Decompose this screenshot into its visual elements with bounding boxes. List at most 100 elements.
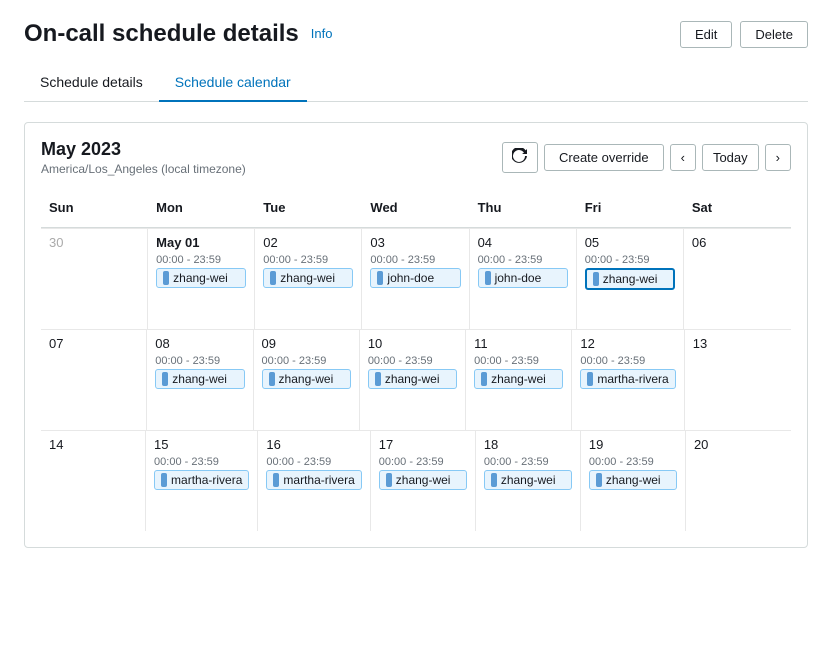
event-wrapper: 00:00 - 23:59 zhang-wei — [262, 355, 351, 389]
event-dot — [269, 372, 275, 386]
event-dot — [161, 473, 167, 487]
day-number: 20 — [694, 437, 783, 452]
day-number: 03 — [370, 235, 460, 250]
calendar-grid: Sun Mon Tue Wed Thu Fri Sat 30May 0100:0… — [41, 196, 791, 531]
day-cell-w0-d0[interactable]: 30 — [41, 229, 148, 329]
day-headers: Sun Mon Tue Wed Thu Fri Sat — [41, 196, 791, 228]
chevron-left-icon: ‹ — [681, 150, 685, 165]
event-wrapper: 00:00 - 23:59john-doe — [478, 254, 568, 288]
day-cell-w2-d2[interactable]: 1600:00 - 23:59martha-rivera — [258, 431, 370, 531]
event-time: 00:00 - 23:59 — [368, 355, 457, 367]
event-pill[interactable]: martha-rivera — [580, 369, 675, 389]
day-cell-w2-d4[interactable]: 18 00:00 - 23:59zhang-wei — [476, 431, 581, 531]
week-row-0: 30May 0100:00 - 23:59zhang-wei 02 00:00 - … — [41, 228, 791, 329]
next-month-button[interactable]: › — [765, 144, 791, 171]
day-cell-w0-d4[interactable]: 04 00:00 - 23:59john-doe — [470, 229, 577, 329]
event-time: 00:00 - 23:59 — [262, 355, 351, 367]
day-cell-w2-d6[interactable]: 20 — [686, 431, 791, 531]
event-name: martha-rivera — [283, 473, 354, 487]
day-number: 18 — [484, 437, 572, 452]
today-button[interactable]: Today — [702, 144, 759, 171]
event-pill[interactable]: zhang-wei — [379, 470, 467, 490]
event-dot — [377, 271, 383, 285]
tab-schedule-details[interactable]: Schedule details — [24, 64, 159, 102]
event-pill[interactable]: john-doe — [370, 268, 460, 288]
event-dot — [163, 271, 169, 285]
event-name: martha-rivera — [597, 372, 668, 386]
day-header-mon: Mon — [148, 196, 255, 219]
event-pill[interactable]: zhang-wei — [156, 268, 246, 288]
event-name: zhang-wei — [396, 473, 451, 487]
refresh-button[interactable] — [502, 142, 538, 173]
edit-button[interactable]: Edit — [680, 21, 732, 48]
week-row-1: 07 08 00:00 - 23:59 zhang-wei 09 00:00 - 23:5… — [41, 329, 791, 430]
day-cell-w2-d1[interactable]: 1500:00 - 23:59martha-rivera — [146, 431, 258, 531]
day-number: 08 — [155, 336, 244, 351]
day-number: 19 — [589, 437, 677, 452]
event-time: 00:00 - 23:59 — [155, 355, 244, 367]
day-header-sat: Sat — [684, 196, 791, 219]
event-name: zhang-wei — [491, 372, 546, 386]
event-pill[interactable]: john-doe — [478, 268, 568, 288]
event-pill[interactable]: zhang-wei — [589, 470, 677, 490]
week-row-2: 141500:00 - 23:59martha-rivera1600:00 - … — [41, 430, 791, 531]
refresh-icon — [512, 148, 528, 164]
month-title: May 2023 — [41, 139, 246, 160]
header-buttons: Edit Delete — [680, 21, 808, 48]
day-header-wed: Wed — [362, 196, 469, 219]
event-wrapper: 00:00 - 23:59john-doe — [370, 254, 460, 288]
calendar-container: May 2023 America/Los_Angeles (local time… — [24, 122, 808, 548]
event-pill[interactable]: martha-rivera — [266, 470, 361, 490]
event-name: john-doe — [387, 271, 434, 285]
day-cell-w1-d5[interactable]: 1200:00 - 23:59martha-rivera — [572, 330, 684, 430]
day-cell-w1-d4[interactable]: 1100:00 - 23:59zhang-wei — [466, 330, 572, 430]
event-pill[interactable]: zhang-wei — [262, 369, 351, 389]
event-dot — [491, 473, 497, 487]
event-pill[interactable]: martha-rivera — [154, 470, 249, 490]
event-time: 00:00 - 23:59 — [585, 254, 675, 266]
event-pill[interactable]: zhang-wei — [263, 268, 353, 288]
tab-schedule-calendar[interactable]: Schedule calendar — [159, 64, 307, 102]
day-number: 04 — [478, 235, 568, 250]
event-dot — [481, 372, 487, 386]
day-cell-w0-d3[interactable]: 03 00:00 - 23:59john-doe — [362, 229, 469, 329]
event-dot — [270, 271, 276, 285]
event-dot — [273, 473, 279, 487]
day-cell-w0-d2[interactable]: 02 00:00 - 23:59 zhang-wei — [255, 229, 362, 329]
day-cell-w1-d3[interactable]: 10 00:00 - 23:59 zhang-wei — [360, 330, 466, 430]
event-pill[interactable]: zhang-wei — [155, 369, 244, 389]
day-number: 10 — [368, 336, 457, 351]
event-name: zhang-wei — [279, 372, 334, 386]
event-time: 00:00 - 23:59 — [263, 254, 353, 266]
timezone-label: America/Los_Angeles (local timezone) — [41, 162, 246, 176]
event-time: 00:00 - 23:59 — [474, 355, 563, 367]
delete-button[interactable]: Delete — [740, 21, 808, 48]
day-cell-w2-d5[interactable]: 1900:00 - 23:59zhang-wei — [581, 431, 686, 531]
event-pill[interactable]: zhang-wei — [368, 369, 457, 389]
day-number: 02 — [263, 235, 353, 250]
day-number: 13 — [693, 336, 783, 351]
event-pill[interactable]: zhang-wei — [585, 268, 675, 290]
event-wrapper: 00:00 - 23:59 zhang-wei — [474, 355, 563, 389]
day-cell-w2-d3[interactable]: 1700:00 - 23:59zhang-wei — [371, 431, 476, 531]
event-wrapper: 00:00 - 23:59zhang-wei — [484, 456, 572, 490]
day-number: 12 — [580, 336, 675, 351]
create-override-button[interactable]: Create override — [544, 144, 664, 171]
event-name: martha-rivera — [171, 473, 242, 487]
event-name: zhang-wei — [385, 372, 440, 386]
day-cell-w1-d1[interactable]: 08 00:00 - 23:59 zhang-wei — [147, 330, 253, 430]
day-cell-w0-d1[interactable]: May 0100:00 - 23:59zhang-wei — [148, 229, 255, 329]
day-cell-w2-d0[interactable]: 14 — [41, 431, 146, 531]
day-cell-w1-d6[interactable]: 13 — [685, 330, 791, 430]
day-cell-w0-d6[interactable]: 06 — [684, 229, 791, 329]
event-pill[interactable]: zhang-wei — [484, 470, 572, 490]
calendar-weeks: 30May 0100:00 - 23:59zhang-wei 02 00:00 - … — [41, 228, 791, 531]
prev-month-button[interactable]: ‹ — [670, 144, 696, 171]
info-link[interactable]: Info — [311, 26, 333, 42]
page: On-call schedule details Info Edit Delet… — [0, 0, 832, 657]
day-cell-w0-d5[interactable]: 0500:00 - 23:59zhang-wei — [577, 229, 684, 329]
day-cell-w1-d0[interactable]: 07 — [41, 330, 147, 430]
day-number: 09 — [262, 336, 351, 351]
event-pill[interactable]: zhang-wei — [474, 369, 563, 389]
day-cell-w1-d2[interactable]: 09 00:00 - 23:59 zhang-wei — [254, 330, 360, 430]
